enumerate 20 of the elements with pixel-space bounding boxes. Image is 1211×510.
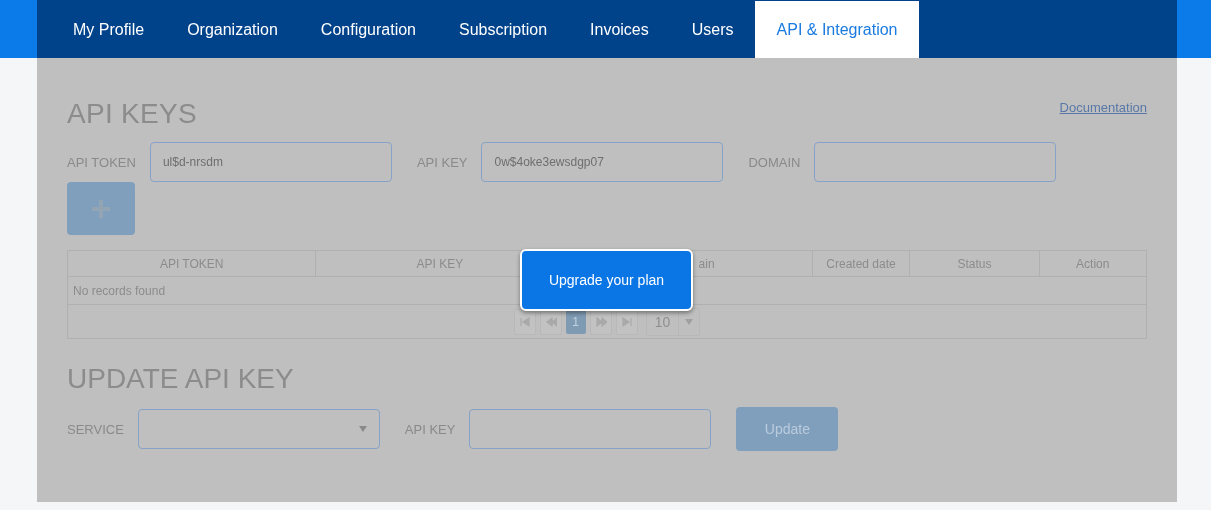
caret-icon bbox=[358, 426, 367, 432]
nav-tab[interactable]: Configuration bbox=[298, 1, 437, 58]
nav-tab[interactable]: Users bbox=[669, 1, 755, 58]
caret-icon bbox=[685, 318, 694, 325]
first-page-button[interactable] bbox=[513, 308, 536, 335]
last-page-icon bbox=[620, 315, 633, 328]
documentation-link[interactable]: Documentation bbox=[1059, 100, 1147, 115]
input-field[interactable]: 0w$4oke3ewsdgp07 bbox=[481, 142, 724, 182]
input-field[interactable]: ul$d-nrsdm bbox=[149, 142, 392, 182]
first-page-icon bbox=[518, 315, 531, 328]
upgrade-popup[interactable]: Upgrade your plan bbox=[520, 249, 693, 311]
nav-tab[interactable]: Subscription bbox=[437, 1, 569, 58]
nav-tab[interactable]: Organization bbox=[165, 1, 299, 58]
input-field[interactable] bbox=[469, 409, 712, 449]
nav-tab[interactable]: API & Integration bbox=[754, 1, 919, 58]
prev-page-icon bbox=[544, 315, 557, 328]
nav-tab[interactable]: My Profile bbox=[51, 1, 166, 58]
nav-tab[interactable]: Invoices bbox=[568, 1, 670, 58]
next-page-icon bbox=[594, 315, 607, 328]
input-field[interactable] bbox=[814, 142, 1057, 182]
